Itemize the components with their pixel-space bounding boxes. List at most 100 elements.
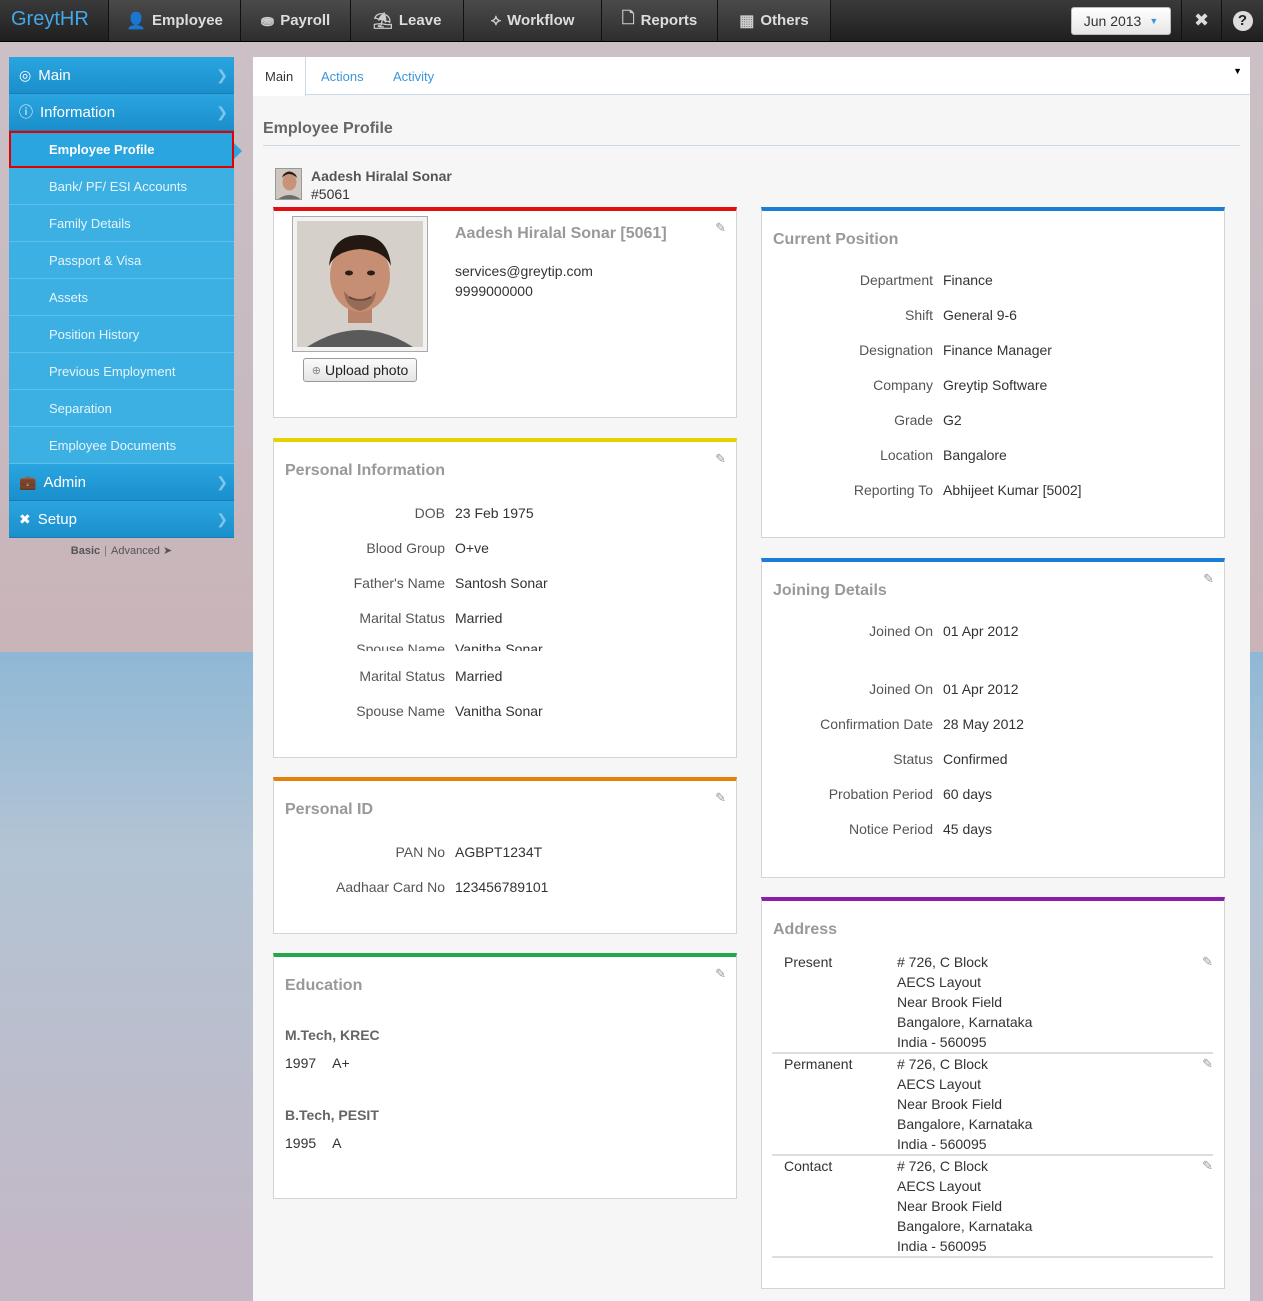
education-year-row: 1997 A+ [285, 1055, 350, 1071]
address-line: India - 560095 [897, 1136, 987, 1152]
period-selector[interactable]: Jun 2013 ▼ [1071, 7, 1171, 35]
tab-menu-caret-icon[interactable]: ▼ [1233, 66, 1242, 76]
info-value: Greytip Software [943, 377, 1048, 393]
profile-phone: 9999000000 [455, 283, 533, 299]
upload-photo-button[interactable]: ⊕ Upload photo [303, 358, 417, 382]
info-value: G2 [943, 412, 962, 428]
nav-workflow[interactable]: ⟡ Workflow [463, 0, 601, 41]
sidebar-item-employee-profile[interactable]: Employee Profile [9, 131, 242, 168]
info-label: DOB [414, 505, 445, 521]
help-icon: ? [1232, 10, 1253, 31]
info-label: Status [893, 751, 933, 767]
info-value: Santosh Sonar [455, 575, 548, 591]
address-line: # 726, C Block [897, 1158, 989, 1174]
education-year-row: 1995 A [285, 1135, 342, 1151]
education-grade: A+ [332, 1055, 350, 1071]
nav-payroll[interactable]: ⛂ Payroll [240, 0, 350, 41]
address-line: Bangalore, Karnataka [897, 1218, 1033, 1234]
sidebar-main[interactable]: ◎ Main ❯ [9, 57, 234, 94]
sidebar-information-label: Information [40, 103, 116, 121]
address-row-contact: Contact # 726, C Block AECS Layout Near … [772, 1158, 1213, 1258]
address-line: India - 560095 [897, 1238, 987, 1254]
edit-pencil-icon[interactable]: ✎ [1203, 571, 1214, 587]
info-label: Spouse Name [356, 641, 445, 651]
nav-reports[interactable]: 🗋 Reports [601, 0, 717, 41]
sidebar-item-employee-documents[interactable]: Employee Documents [9, 427, 234, 464]
personal-id-card: Personal ID ✎ PAN No AGBPT1234T Aadhaar C… [273, 777, 737, 934]
joining-details-title: Joining Details [773, 582, 887, 599]
page-title: Employee Profile [263, 120, 393, 137]
rocket-icon: ➤ [163, 545, 173, 557]
grid-icon: ▦ [739, 12, 755, 30]
address-line: Bangalore, Karnataka [897, 1116, 1033, 1132]
sidebar-item-previous-employment[interactable]: Previous Employment [9, 353, 234, 390]
sidebar: ◎ Main ❯ ⓘ Information ❯ Employee Profile Ba… [9, 57, 242, 557]
top-navbar: GreytHR 👤 Employee ⛂ Payroll ⛱ Leave ⟡ Workf… [0, 0, 1263, 42]
info-value: AGBPT1234T [455, 844, 543, 860]
nav-employee-label: Employee [152, 12, 223, 29]
sidebar-item-bank-accounts[interactable]: Bank/ PF/ ESI Accounts [9, 168, 234, 205]
edit-pencil-icon[interactable]: ✎ [1202, 1158, 1213, 1174]
address-line: AECS Layout [897, 1178, 982, 1194]
workflow-icon: ⟡ [490, 11, 502, 29]
info-value: Married [455, 668, 503, 684]
info-row: Spouse Name Vanitha Sonar [274, 641, 736, 651]
edit-pencil-icon[interactable]: ✎ [715, 790, 726, 806]
edit-pencil-icon[interactable]: ✎ [715, 966, 726, 982]
sidebar-information[interactable]: ⓘ Information ❯ [9, 94, 234, 131]
info-label: Designation [859, 342, 933, 358]
upload-photo-label: Upload photo [324, 362, 409, 378]
nav-leave[interactable]: ⛱ Leave [350, 0, 463, 41]
tools-icon[interactable]: ✖ [1181, 0, 1221, 41]
edit-pencil-icon[interactable]: ✎ [1202, 954, 1213, 970]
sidebar-mode-switch: Basic | Advanced ➤ [9, 544, 234, 557]
info-value: 01 Apr 2012 [943, 623, 1019, 639]
info-value: 60 days [943, 786, 993, 802]
personal-information-title: Personal Information [285, 462, 446, 479]
coins-icon: ⛂ [260, 12, 275, 30]
edit-pencil-icon[interactable]: ✎ [1202, 1056, 1213, 1072]
edit-pencil-icon[interactable]: ✎ [715, 220, 726, 236]
profile-email: services@greytip.com [455, 263, 593, 279]
info-value: 01 Apr 2012 [943, 681, 1019, 697]
education-grade: A [332, 1135, 342, 1151]
mode-basic[interactable]: Basic [71, 545, 100, 557]
app-logo[interactable]: GreytHR [11, 8, 89, 31]
sidebar-item-separation[interactable]: Separation [9, 390, 234, 427]
info-value: Finance [943, 272, 993, 288]
info-value: Married [455, 610, 503, 626]
mode-advanced[interactable]: Advanced [111, 545, 160, 557]
nav-employee[interactable]: 👤 Employee [108, 0, 240, 41]
nav-others[interactable]: ▦ Others [717, 0, 831, 41]
sidebar-item-position-history[interactable]: Position History [9, 316, 234, 353]
sidebar-admin[interactable]: 💼 Admin ❯ [9, 464, 234, 501]
edit-pencil-icon[interactable]: ✎ [715, 451, 726, 467]
info-label: Reporting To [853, 482, 933, 498]
address-line: India - 560095 [897, 1034, 987, 1050]
info-label: PAN No [395, 844, 445, 860]
profile-card: ⊕ Upload photo Aadesh Hiralal Sonar [5061… [273, 207, 737, 418]
info-value: Finance Manager [943, 342, 1052, 358]
address-label: Present [784, 954, 833, 970]
title-divider [263, 145, 1240, 146]
nav-workflow-label: Workflow [507, 12, 575, 29]
info-label: Blood Group [366, 540, 445, 556]
tab-activity[interactable]: Activity [393, 57, 434, 95]
tab-main[interactable]: Main [253, 57, 307, 96]
joining-details-card: Joining Details ✎ Joined On 01 Apr 2012 J… [761, 558, 1225, 878]
help-button[interactable]: ? [1221, 0, 1263, 41]
info-value: Vanitha Sonar [455, 703, 543, 719]
info-label: Joined On [869, 681, 933, 697]
sidebar-item-assets[interactable]: Assets [9, 279, 234, 316]
tab-actions[interactable]: Actions [321, 57, 364, 95]
info-value: O+ve [455, 540, 489, 556]
info-value: Vanitha Sonar [455, 641, 543, 651]
sidebar-item-passport-visa[interactable]: Passport & Visa [9, 242, 234, 279]
address-label: Permanent [784, 1056, 853, 1072]
employee-header: Aadesh Hiralal Sonar #5061 [275, 168, 452, 202]
sidebar-item-family-details[interactable]: Family Details [9, 205, 234, 242]
sidebar-setup-label: Setup [37, 510, 77, 528]
sidebar-setup[interactable]: ✖ Setup ❯ [9, 501, 234, 538]
info-label: Grade [894, 412, 933, 428]
chevron-right-icon: ❯ [216, 473, 228, 490]
